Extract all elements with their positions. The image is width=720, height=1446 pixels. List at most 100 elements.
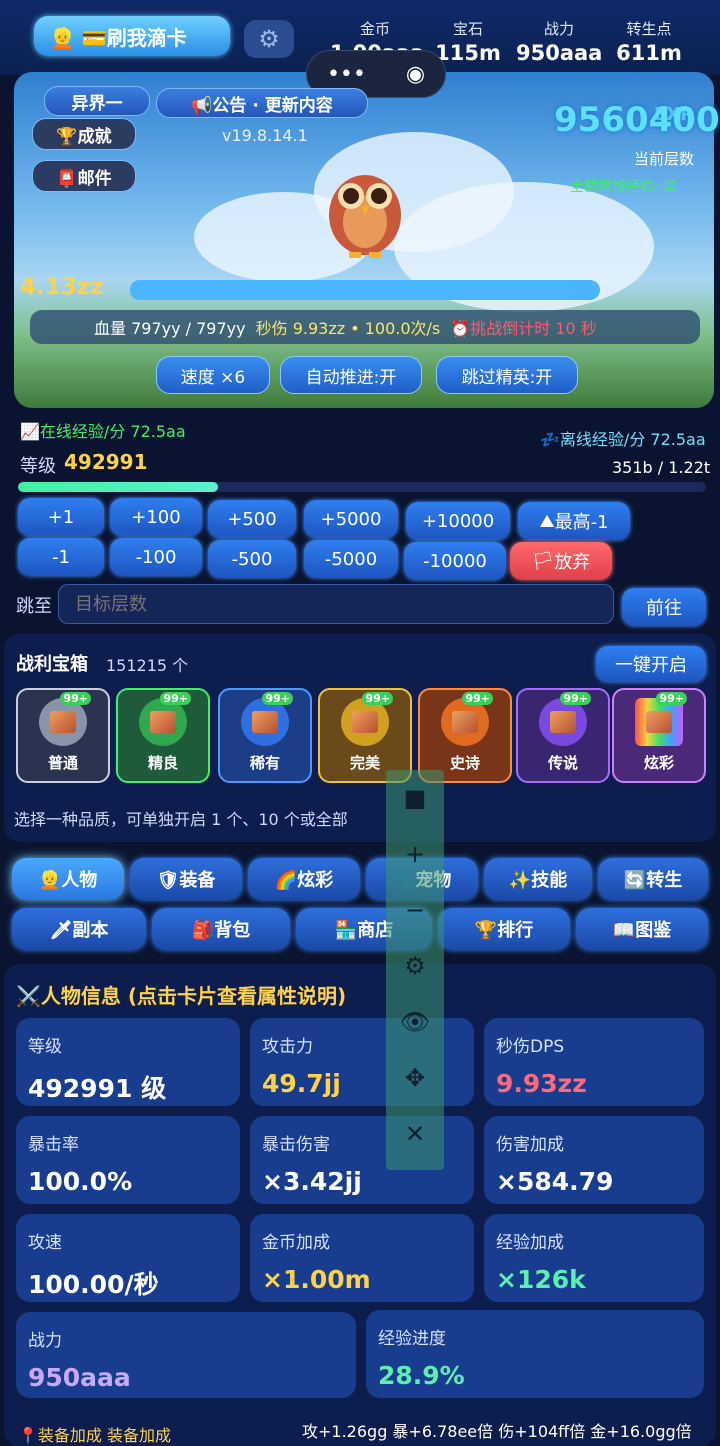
chest-fine[interactable]: 99+ 精良 (116, 688, 210, 783)
eye-icon[interactable]: 👁 (386, 994, 444, 1050)
level-minus-100-button[interactable]: -100 (110, 538, 202, 576)
speed-button[interactable]: 速度 ×6 (156, 356, 270, 394)
chest-epic[interactable]: 99+ 史诗 (418, 688, 512, 783)
chest-count: 151215 个 (106, 656, 189, 675)
tab-character[interactable]: 👱人物 (12, 858, 124, 900)
level-plus-100-button[interactable]: +100 (110, 498, 202, 536)
chest-box-icon: 99+ (441, 692, 493, 746)
gear-icon[interactable]: ⚙ (386, 938, 444, 994)
cube-icon (50, 711, 76, 733)
chest-badge: 99+ (560, 692, 591, 705)
tab-handbook[interactable]: 📖图鉴 (576, 908, 708, 950)
level-label: 等级 (20, 456, 56, 477)
tab-equipment[interactable]: 🛡装备 (130, 858, 242, 900)
close-icon[interactable]: ✕ (386, 1106, 444, 1162)
hp-bar-fill (130, 280, 577, 300)
auto-advance-button[interactable]: 自动推进:开 (280, 356, 422, 394)
square-icon[interactable]: ■ (386, 770, 444, 826)
mountain-icon: ⛰ (539, 510, 555, 532)
pin-icon: 📍 (18, 1426, 38, 1445)
minus-icon[interactable]: − (386, 882, 444, 938)
chest-box-icon: 99+ (241, 692, 293, 746)
stat-card-label: 战力 (28, 1331, 62, 1351)
move-icon[interactable]: ✥ (386, 1050, 444, 1106)
stat-card-level[interactable]: 等级 492991 级 (16, 1018, 240, 1106)
stat-card-value: ×1.00m (262, 1265, 371, 1294)
notice-button[interactable]: 📢公告 · 更新内容 (156, 88, 368, 118)
equipment-bonus-values: 攻+1.26gg 暴+6.78ee倍 伤+104ff倍 金+16.0gg倍 (302, 1422, 692, 1441)
chest-label: 完美 (349, 754, 380, 772)
tab-rebirth[interactable]: 🔄转生 (598, 858, 708, 900)
close-target-icon[interactable]: ◉ (406, 62, 425, 87)
level-minus-5000-button[interactable]: -5000 (304, 540, 398, 578)
give-up-label: 放弃 (554, 552, 591, 573)
more-dots-icon[interactable]: ••• (327, 62, 366, 87)
stat-card-exp-progress[interactable]: 经验进度 28.9% (366, 1310, 704, 1398)
level-max-minus-1-button[interactable]: ⛰ 最高-1 (518, 502, 630, 540)
stat-card-value: 100.0% (28, 1167, 133, 1196)
target-layer-input[interactable] (58, 584, 614, 624)
stat-card-dps[interactable]: 秒伤DPS 9.93zz (484, 1018, 704, 1106)
jump-label: 跳至 (16, 596, 52, 617)
chest-rare[interactable]: 99+ 稀有 (218, 688, 312, 783)
open-all-button[interactable]: 一键开启 (596, 646, 706, 682)
chest-badge: 99+ (462, 692, 493, 705)
chest-dazzle[interactable]: 99+ 炫彩 (612, 688, 706, 783)
stat-card-damage-bonus[interactable]: 伤害加成 ×584.79 (484, 1116, 704, 1204)
tab-backpack[interactable]: 🎒背包 (152, 908, 290, 950)
exp-tag: EXP (654, 104, 694, 125)
level-value: 492991 (64, 450, 148, 474)
cube-icon (150, 711, 176, 733)
mail-button[interactable]: 📮邮件 (32, 160, 136, 192)
settings-gear-icon[interactable]: ⚙ (244, 20, 294, 58)
chest-label: 精良 (147, 754, 178, 772)
plus-icon[interactable]: + (386, 826, 444, 882)
tab-dungeon[interactable]: 🗡副本 (12, 908, 146, 950)
level-plus-500-button[interactable]: +500 (208, 500, 296, 538)
tab-ranking[interactable]: 🏆排行 (438, 908, 570, 950)
stat-card-attack-speed[interactable]: 攻速 100.00/秒 (16, 1214, 240, 1302)
achievement-button[interactable]: 🏆成就 (32, 118, 136, 150)
level-max-minus-1-label: 最高-1 (554, 512, 609, 533)
stat-card-label: 金币加成 (262, 1233, 330, 1253)
skip-elite-button[interactable]: 跳过精英:开 (436, 356, 578, 394)
offline-exp-text: 💤离线经验/分 72.5aa (540, 426, 706, 450)
chest-common[interactable]: 99+ 普通 (16, 688, 110, 783)
owl-monster-icon (329, 175, 401, 258)
dps-text: 秒伤 9.93zz • 100.0次/s (255, 319, 441, 338)
stat-card-label: 经验进度 (378, 1329, 446, 1349)
give-up-button[interactable]: 🏳 放弃 (510, 542, 612, 580)
level-plus-1-button[interactable]: +1 (18, 498, 104, 536)
level-plus-10000-button[interactable]: +10000 (406, 502, 510, 540)
stat-card-value: ×584.79 (496, 1167, 614, 1196)
chest-box-icon: 99+ (635, 692, 687, 746)
level-minus-1-button[interactable]: -1 (18, 538, 104, 576)
exp-progress-fill (18, 482, 218, 492)
chest-label: 普通 (47, 754, 78, 772)
cube-icon (550, 711, 576, 733)
chest-legend[interactable]: 99+ 传说 (516, 688, 610, 783)
stat-card-value: 100.00/秒 (28, 1270, 159, 1299)
stat-card-exp-bonus[interactable]: 经验加成 ×126k (484, 1214, 704, 1302)
chest-badge: 99+ (656, 692, 687, 705)
offline-exp-value: 离线经验/分 72.5aa (559, 430, 706, 449)
cube-icon (352, 711, 378, 733)
stat-card-label: 等级 (28, 1037, 62, 1057)
character-info-title: ⚔️人物信息 (点击卡片查看属性说明) (16, 984, 347, 1008)
equipment-bonus-text: 装备加成 装备加成 (37, 1426, 172, 1445)
chest-perfect[interactable]: 99+ 完美 (318, 688, 412, 783)
level-minus-10000-button[interactable]: -10000 (404, 542, 506, 580)
level-plus-5000-button[interactable]: +5000 (304, 500, 398, 538)
level-minus-500-button[interactable]: -500 (208, 540, 296, 578)
stat-card-label: 暴击率 (28, 1135, 79, 1155)
tab-dazzle[interactable]: 🌈炫彩 (248, 858, 360, 900)
stat-card-power[interactable]: 战力 950aaa (16, 1312, 356, 1398)
go-button[interactable]: 前往 (622, 588, 706, 626)
stat-card-value: ×126k (496, 1265, 586, 1294)
stat-card-gold-bonus[interactable]: 金币加成 ×1.00m (250, 1214, 474, 1302)
card-button[interactable]: 👱 💳刷我滴卡 (34, 16, 230, 56)
stat-card-crit-rate[interactable]: 暴击率 100.0% (16, 1116, 240, 1204)
world-tag[interactable]: 异界一 (44, 86, 150, 116)
tab-skills[interactable]: ✨技能 (484, 858, 592, 900)
rebirth-value: 611m (616, 41, 682, 65)
